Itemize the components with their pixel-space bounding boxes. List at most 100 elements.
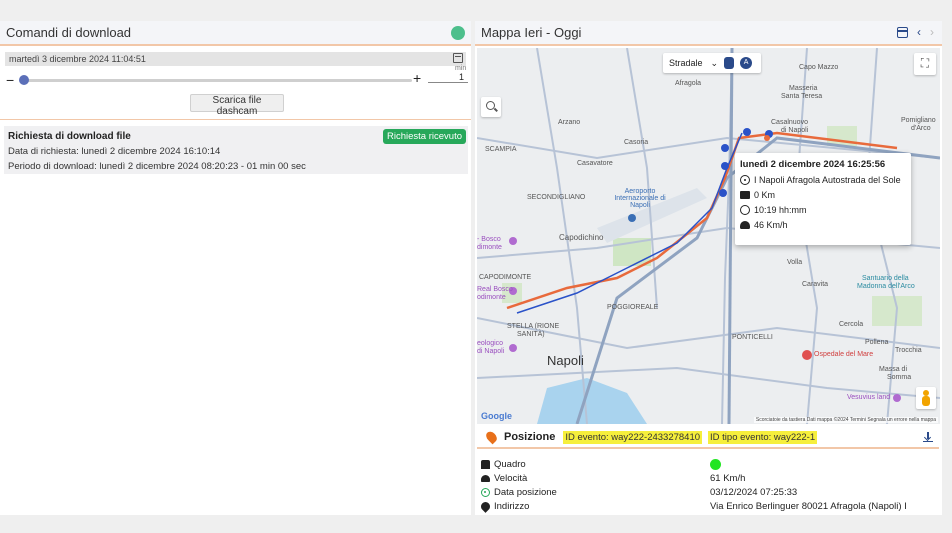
map-place-label: Casoria [624,139,649,146]
duration-unit: min [455,65,467,72]
map-date-controls: ‹ › [897,26,934,38]
map-place-label: Santuario della [862,275,909,282]
map-place-label: Arzano [558,119,581,126]
route-map[interactable]: Capo Mazzo Masseria Santa Teresa Afragol… [477,48,940,424]
map-panel-header: Mappa Ieri - Oggi ‹ › [475,21,942,46]
popup-speed-row: 46 Km/h [740,220,906,230]
chevron-right-icon[interactable]: › [930,26,934,38]
map-place-label: Aeroporto Internazionale di Napoli [614,188,666,209]
fullscreen-icon[interactable]: ⛶ [914,53,936,75]
map-place-label: STELLA (RIONE [507,323,560,330]
datetime-field[interactable]: martedì 3 dicembre 2024 11:04:51 [5,52,466,66]
duration-slider-track[interactable] [22,79,412,82]
map-place-label: Real Bosco [477,286,513,293]
detail-label: Indirizzo [494,500,530,512]
map-city-label: Napoli [547,353,584,368]
map-place-label: Caravita [802,281,829,288]
connection-status-indicator [451,26,465,40]
popup-location-row: I Napoli Afragola Autostrada del Sole [740,175,906,185]
map-place-label: POGGIOREALE [607,304,659,311]
chevron-left-icon[interactable]: ‹ [917,26,921,38]
datetime-value: martedì 3 dicembre 2024 11:04:51 [9,54,146,64]
detail-label: Data posizione [494,486,557,498]
route-point[interactable] [721,162,729,170]
poi-marker[interactable] [509,237,517,245]
request-status-badge: Richiesta ricevuto [383,129,466,144]
map-place-label: Afragola [675,80,702,87]
detail-row-date: Data posizione 03/12/2024 07:25:33 [481,485,938,499]
download-request-card: Richiesta di download file Data di richi… [4,126,468,174]
map-place-label: Somma [887,374,912,381]
route-point-popup: lunedì 2 dicembre 2024 16:25:56 I Napoli… [735,153,911,245]
map-place-label: PONTICELLI [732,334,773,341]
map-place-label: Madonna dell'Arco [857,283,915,290]
detail-value: 61 Km/h [710,472,746,484]
map-place-label: Santa Teresa [781,93,823,100]
odometer-icon [740,191,750,199]
map-place-label: Volla [787,259,803,266]
popup-duration-row: 10:19 hh:mm [740,205,906,215]
speedometer-icon [481,474,490,482]
increase-button[interactable]: + [413,70,421,86]
route-point[interactable] [721,144,729,152]
map-place-label: Cercola [839,321,864,328]
event-id-badge: ID evento: way222-2433278410 [563,430,703,444]
ignition-status-indicator [710,459,721,470]
download-panel-header: Comandi di download [0,21,471,46]
download-commands-panel: Comandi di download martedì 3 dicembre 2… [0,21,471,515]
popup-duration: 10:19 hh:mm [754,205,807,215]
google-logo: Google [481,411,512,421]
location-icon [740,175,750,185]
duration-input[interactable]: 1 [428,72,468,83]
car-icon [481,459,490,469]
download-dashcam-button[interactable]: Scarica file dashcam [190,94,284,117]
map-place-label: d'Arco [911,125,931,132]
download-panel-title: Comandi di download [6,25,132,40]
map-place-label: dimonte [477,244,502,251]
position-bar: Posizione ID evento: way222-2433278410 I… [477,427,939,449]
map-place-label: Casalnuovo [771,119,808,126]
popup-speed: 46 Km/h [754,220,788,230]
route-point[interactable] [764,135,770,141]
map-attribution[interactable]: Scorciatoie da tastiera Dati mappa ©2024… [753,417,938,423]
chevron-down-icon[interactable]: ⌄ [711,58,719,69]
navigation-icon[interactable]: A [740,57,753,69]
map-place-label: eologico [477,340,504,347]
duration-slider-thumb[interactable] [19,75,29,85]
detail-label: Quadro [494,458,526,470]
detail-row-address: Indirizzo Via Enrico Berlinguer 80021 Af… [479,499,938,513]
map-search-icon[interactable] [481,97,501,117]
map-type-select[interactable]: Stradale [669,58,703,68]
calendar-icon[interactable] [897,27,908,38]
location-pin-icon [479,499,492,513]
map-panel: Mappa Ieri - Oggi ‹ › Capo Mazzo Masseri… [475,21,942,515]
request-date: Data di richiesta: lunedì 2 dicembre 202… [8,146,221,157]
popup-distance: 0 Km [754,190,776,200]
calendar-icon[interactable] [453,53,463,63]
decrease-button[interactable]: − [6,72,14,88]
map-place-label: - Bosco [477,236,501,243]
detail-row-speed: Velocità 61 Km/h [481,471,938,485]
map-panel-title: Mappa Ieri - Oggi [481,25,582,40]
route-point[interactable] [743,128,751,136]
map-place-label: Capo Mazzo [799,64,839,71]
map-place-label: di Napoli [477,348,505,355]
position-details: Quadro Velocità 61 Km/h Data posizione 0… [479,457,938,513]
street-view-pegman-icon[interactable] [916,387,936,409]
map-place-label: Trocchia [895,347,922,354]
route-point[interactable] [719,189,727,197]
airport-marker[interactable] [628,214,636,222]
duration-slider-row: − + 1 min [0,65,471,89]
map-type-control[interactable]: Stradale ⌄ A [663,53,761,73]
map-place-label: SECONDIGLIANO [527,194,586,201]
poi-marker[interactable] [893,394,901,402]
traffic-layer-icon[interactable] [724,57,735,69]
map-place-label: Vesuvius land [847,394,891,401]
poi-marker[interactable] [509,344,517,352]
speedometer-icon [740,221,750,229]
download-icon[interactable] [923,432,933,442]
popup-location: I Napoli Afragola Autostrada del Sole [754,175,901,185]
map-pin-icon [484,429,499,445]
hospital-marker[interactable] [802,350,812,360]
divider [0,119,471,120]
